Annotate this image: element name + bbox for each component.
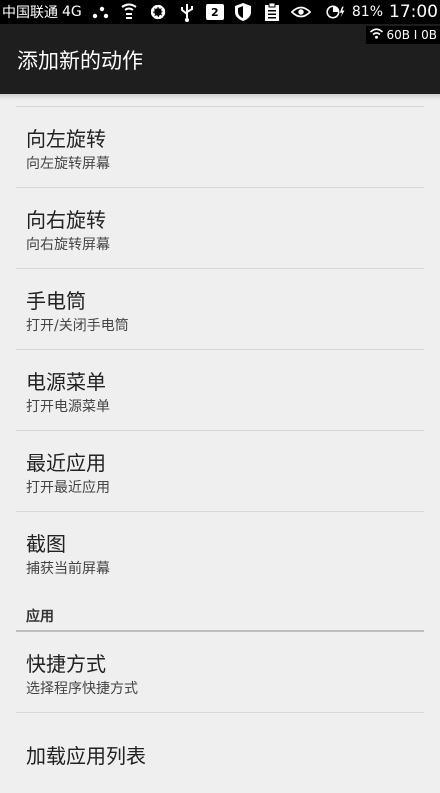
action-rotate-left[interactable]: 向左旋转 向左旋转屏幕 [16,106,424,187]
carrier-label: 中国联通 [2,5,58,21]
action-list: 向左旋转 向左旋转屏幕 向右旋转 向右旋转屏幕 手电筒 打开/关闭手电筒 电源菜… [0,106,440,793]
app-item-title: 加载应用列表 [26,744,146,768]
app-shortcut-item[interactable]: 快捷方式 选择程序快捷方式 [16,632,424,712]
action-title: 截图 [26,532,66,556]
action-title: 最近应用 [26,451,106,475]
network-type: 4G [62,4,82,20]
battery-charging-icon [326,2,346,22]
section-title: 应用 [26,609,54,625]
gear-icon [148,2,168,22]
action-subtitle: 打开最近应用 [26,480,110,496]
app-item-title: 快捷方式 [26,652,106,676]
notification-count-badge: 2 [205,4,224,20]
net-speed-indicator: 60B I 0B [366,26,440,44]
eye-icon [290,2,311,22]
action-power-menu[interactable]: 电源菜单 打开电源菜单 [16,349,424,430]
usb-icon [177,2,197,22]
action-title: 电源菜单 [26,370,106,394]
shield-icon [233,2,253,22]
share-icon [90,2,110,22]
action-title: 手电筒 [26,289,86,313]
app-item-subtitle: 选择程序快捷方式 [26,681,138,697]
battery-percent: 81% [351,4,383,20]
wifi-download-icon [119,2,139,22]
load-app-list-item[interactable]: 加载应用列表 [16,712,424,793]
status-bar: 中国联通 4G 2 81% 17:00 [0,0,440,24]
action-subtitle: 打开电源菜单 [26,399,110,415]
action-subtitle: 打开/关闭手电筒 [26,318,129,334]
section-header-apps: 应用 [16,592,424,632]
action-title: 向左旋转 [26,127,106,151]
action-rotate-right[interactable]: 向右旋转 向右旋转屏幕 [16,187,424,268]
action-subtitle: 捕获当前屏幕 [26,561,110,577]
action-screenshot[interactable]: 截图 捕获当前屏幕 [16,511,424,592]
app-bar-shadow [0,94,440,100]
clock: 17:00 [389,2,438,22]
net-speed-text: 60B I 0B [386,28,437,42]
action-flashlight[interactable]: 手电筒 打开/关闭手电筒 [16,268,424,349]
app-bar: 60B I 0B 添加新的动作 [0,24,440,94]
action-subtitle: 向左旋转屏幕 [26,156,110,172]
action-title: 向右旋转 [26,208,106,232]
action-recent-apps[interactable]: 最近应用 打开最近应用 [16,430,424,511]
wifi-icon [370,28,384,42]
action-subtitle: 向右旋转屏幕 [26,237,110,253]
page-title: 添加新的动作 [17,49,143,73]
clipboard-icon [262,2,282,22]
